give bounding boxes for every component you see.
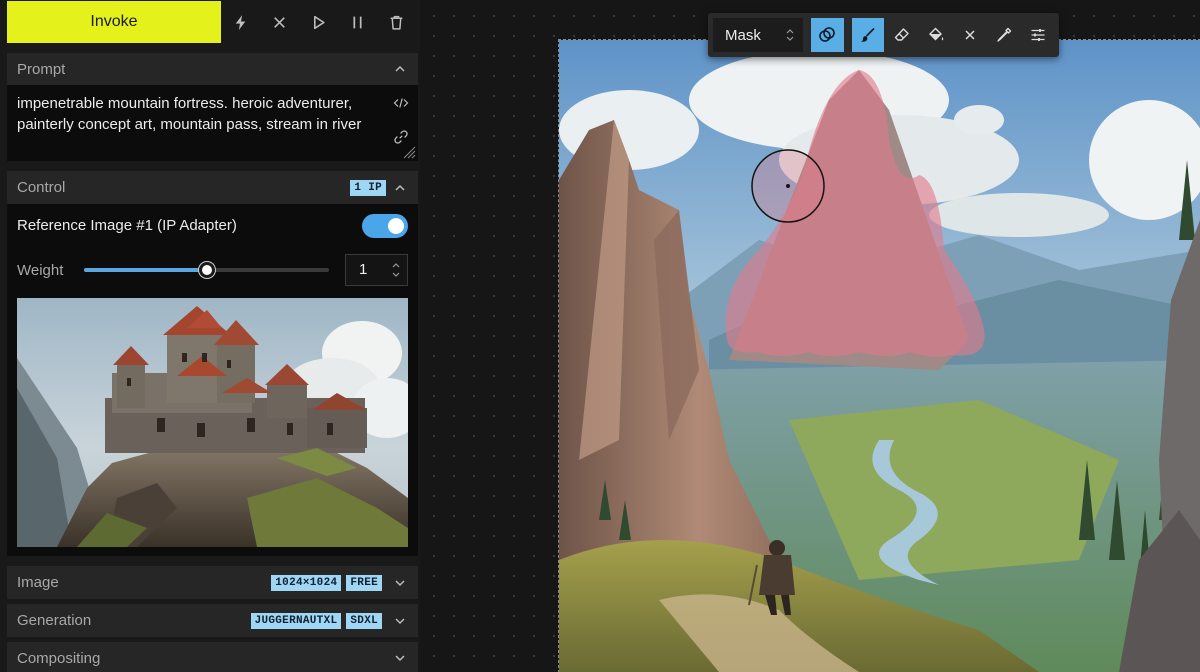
- close-icon[interactable]: [260, 1, 299, 43]
- chevron-up-icon[interactable]: [392, 61, 408, 77]
- toggle-knob: [388, 218, 404, 234]
- model-base-badge: SDXL: [346, 612, 382, 629]
- trash-icon[interactable]: [377, 1, 416, 43]
- settings-sliders-icon[interactable]: [1021, 18, 1054, 52]
- weight-stepper[interactable]: [391, 261, 401, 279]
- weight-number-input[interactable]: 1: [345, 254, 408, 286]
- weight-value[interactable]: 1: [359, 261, 367, 278]
- weight-label: Weight: [17, 262, 64, 279]
- paint-bucket-icon[interactable]: [919, 18, 952, 52]
- prompt-section-header[interactable]: Prompt: [7, 53, 418, 85]
- control-adapter-panel: Reference Image #1 (IP Adapter) Weight 1: [7, 204, 418, 556]
- control-section-title: Control: [17, 179, 66, 196]
- image-section-header[interactable]: Image 1024×1024 FREE: [7, 566, 418, 599]
- play-icon[interactable]: [299, 1, 338, 43]
- color-picker-icon[interactable]: [987, 18, 1020, 52]
- chevron-up-icon[interactable]: [392, 180, 408, 196]
- canvas-tool-bar: Mask: [708, 13, 1059, 57]
- left-panel: Invoke Prompt impenetrable mountain fort…: [0, 0, 420, 672]
- lightning-icon[interactable]: [221, 1, 260, 43]
- control-badge: 1 IP: [350, 179, 386, 196]
- layer-mode-value[interactable]: Mask: [725, 27, 785, 44]
- canvas-image[interactable]: [558, 39, 1200, 672]
- code-icon[interactable]: [393, 95, 409, 111]
- compositing-section-header[interactable]: Compositing: [7, 642, 418, 672]
- generation-section-header[interactable]: Generation JUGGERNAUTXL SDXL: [7, 604, 418, 637]
- reference-image-title: Reference Image #1 (IP Adapter): [17, 217, 237, 234]
- image-aspect-badge: FREE: [346, 574, 382, 591]
- image-section-title: Image: [17, 574, 59, 591]
- compositing-section-title: Compositing: [17, 649, 101, 667]
- invoke-button[interactable]: Invoke: [7, 1, 221, 43]
- chevron-down-icon[interactable]: [392, 650, 408, 666]
- prompt-section-title: Prompt: [17, 60, 66, 78]
- adapter-enable-toggle[interactable]: [362, 214, 408, 238]
- image-size-badge: 1024×1024: [271, 574, 342, 591]
- generation-section-title: Generation: [17, 612, 92, 629]
- chevron-updown-icon[interactable]: [785, 27, 795, 43]
- action-bar: Invoke: [7, 1, 418, 43]
- weight-slider-fill: [84, 268, 207, 272]
- reference-image-thumbnail[interactable]: [17, 298, 408, 547]
- chevron-down-icon[interactable]: [392, 575, 408, 591]
- brush-icon[interactable]: [851, 18, 885, 52]
- pause-icon[interactable]: [338, 1, 377, 43]
- chevron-up-icon[interactable]: [391, 261, 401, 269]
- control-section-header[interactable]: Control 1 IP: [7, 171, 418, 204]
- canvas-workspace[interactable]: [420, 0, 1200, 672]
- chevron-down-icon[interactable]: [392, 613, 408, 629]
- prompt-side-tools: [392, 95, 410, 145]
- weight-slider[interactable]: [84, 262, 329, 278]
- mask-layers-icon[interactable]: [810, 18, 844, 52]
- layer-mode-select[interactable]: Mask: [713, 18, 803, 52]
- eraser-icon[interactable]: [885, 18, 918, 52]
- resize-grip-icon[interactable]: [400, 143, 416, 159]
- model-badge: JUGGERNAUTXL: [250, 612, 342, 629]
- prompt-textarea[interactable]: impenetrable mountain fortress. heroic a…: [7, 85, 418, 161]
- weight-slider-thumb[interactable]: [198, 262, 215, 278]
- chevron-down-icon[interactable]: [391, 271, 401, 279]
- prompt-text[interactable]: impenetrable mountain fortress. heroic a…: [17, 93, 378, 135]
- clear-mask-icon[interactable]: [953, 18, 986, 52]
